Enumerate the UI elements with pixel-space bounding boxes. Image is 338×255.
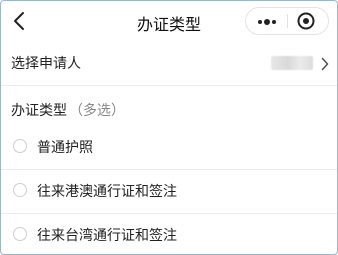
certificate-type-section: 办证类型 （多选） xyxy=(1,86,337,126)
capsule-divider xyxy=(287,14,288,28)
option-label: 往来台湾通行证和签注 xyxy=(37,228,177,244)
option-label: 往来港澳通行证和签注 xyxy=(37,184,177,200)
radio-circle[interactable] xyxy=(13,183,27,197)
nav-bar: 办证类型 xyxy=(1,1,337,41)
section-heading-text: 办证类型 xyxy=(11,103,67,119)
radio-circle[interactable] xyxy=(13,227,27,241)
option-label: 普通护照 xyxy=(37,140,93,156)
option-taiwan-permit[interactable]: 往来台湾通行证和签注 xyxy=(1,214,337,254)
capsule-menu xyxy=(245,7,329,35)
multi-select-hint: （多选） xyxy=(69,103,125,119)
section-heading: 办证类型 （多选） xyxy=(11,100,125,120)
option-hk-macao-permit[interactable]: 往来港澳通行证和签注 xyxy=(1,170,337,214)
applicant-label: 选择申请人 xyxy=(11,56,81,72)
option-ordinary-passport[interactable]: 普通护照 xyxy=(1,126,337,170)
more-dots-icon[interactable] xyxy=(256,14,278,28)
applicant-selector[interactable]: 选择申请人 xyxy=(1,41,337,86)
applicant-value-masked xyxy=(271,56,313,70)
radio-circle[interactable] xyxy=(13,139,27,153)
target-icon[interactable] xyxy=(296,11,316,31)
chevron-right-icon xyxy=(321,56,329,71)
app-frame: 办证类型 选择申请人 办证类型 （多选） 普通护照 往来港澳通行证和签注 往来台… xyxy=(0,0,338,255)
